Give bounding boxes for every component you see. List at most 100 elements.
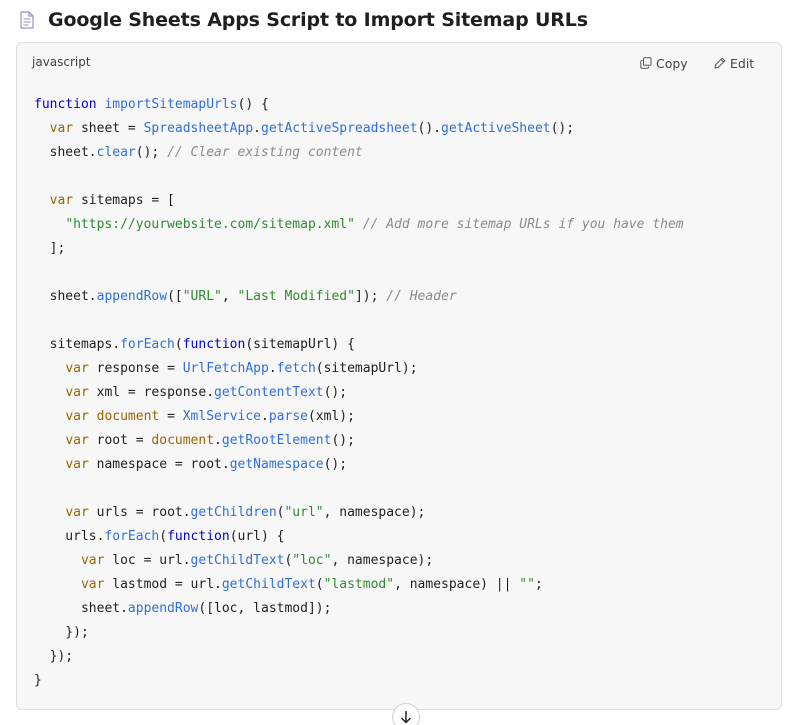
copy-label: Copy — [656, 55, 688, 71]
code-token: var — [65, 433, 89, 448]
code-line: var response = UrlFetchApp.fetch(sitemap… — [34, 357, 684, 381]
code-token: clear — [96, 145, 136, 160]
code-line: sitemaps.forEach(function(sitemapUrl) { — [34, 333, 684, 357]
pencil-icon — [714, 57, 726, 69]
code-token: . — [214, 433, 222, 448]
code-token: SpreadsheetApp — [143, 121, 254, 136]
code-token: (url) { — [229, 529, 285, 544]
code-token: lastmod = url. — [104, 577, 222, 592]
code-token: response = — [88, 361, 183, 376]
code-token: // Add more sitemap URLs if you have the… — [362, 217, 684, 232]
code-token: var — [49, 121, 74, 136]
code-token: getChildText — [190, 553, 285, 568]
code-token: , namespace); — [323, 505, 426, 520]
code-token: document — [151, 433, 215, 448]
code-token: fetch — [276, 361, 316, 376]
code-token: getActiveSpreadsheet — [261, 121, 418, 136]
code-token: ]); — [354, 289, 387, 304]
document-icon — [20, 11, 34, 29]
code-line: var lastmod = url.getChildText("lastmod"… — [34, 573, 684, 597]
code-token: sheet = — [73, 121, 144, 136]
copy-button[interactable]: Copy — [640, 53, 688, 73]
code-token: appendRow — [127, 601, 199, 616]
code-token: var — [65, 457, 89, 472]
page-header: Google Sheets Apps Script to Import Site… — [20, 6, 588, 34]
code-token: ; — [534, 577, 543, 592]
scroll-down-button[interactable] — [392, 703, 420, 725]
code-token: (); — [331, 433, 355, 448]
code-token: var — [65, 385, 89, 400]
code-token: xml = response. — [88, 385, 215, 400]
code-token: } — [34, 673, 42, 688]
code-line: sheet.appendRow([loc, lastmod]); — [34, 597, 684, 621]
code-token: "URL" — [182, 289, 222, 304]
code-line: sheet.clear(); // Clear existing content — [34, 141, 684, 165]
code-line: }); — [34, 621, 684, 645]
code-content: function importSitemapUrls() { var sheet… — [34, 93, 684, 693]
code-token: forEach — [104, 529, 160, 544]
code-token: = — [159, 409, 183, 424]
code-token: ]; — [34, 241, 66, 256]
code-token: (). — [417, 121, 442, 136]
code-line: var urls = root.getChildren("url", names… — [34, 501, 684, 525]
code-token: getChildText — [221, 577, 316, 592]
code-token: getNamespace — [229, 457, 324, 472]
code-token: , namespace); — [331, 553, 434, 568]
code-line: var xml = response.getContentText(); — [34, 381, 684, 405]
code-token: sitemaps = [ — [73, 193, 175, 208]
code-line: urls.forEach(function(url) { — [34, 525, 684, 549]
code-token: sheet. — [34, 145, 97, 160]
code-token: function — [182, 337, 246, 352]
code-line: var sitemaps = [ — [34, 189, 684, 213]
code-token: getActiveSheet — [441, 121, 551, 136]
code-token: parse — [268, 409, 308, 424]
code-token: var — [80, 553, 105, 568]
code-language-label: javascript — [32, 55, 91, 69]
code-token: namespace = root. — [88, 457, 230, 472]
code-token: }); — [34, 649, 74, 664]
code-token: ( — [159, 529, 168, 544]
code-token: importSitemapUrls — [104, 97, 238, 112]
code-token: . — [268, 361, 277, 376]
code-token: (xml); — [307, 409, 355, 424]
code-line: "https://yourwebsite.com/sitemap.xml" //… — [34, 213, 684, 237]
code-token: . — [261, 409, 269, 424]
code-token: // Header — [386, 289, 457, 304]
code-token: appendRow — [96, 289, 168, 304]
code-token: ([ — [167, 289, 183, 304]
code-token: document — [96, 409, 160, 424]
edit-button[interactable]: Edit — [714, 53, 754, 73]
code-line: }); — [34, 645, 684, 669]
code-token: loc = url. — [104, 553, 191, 568]
code-token: XmlService — [182, 409, 262, 424]
code-token: sitemaps. — [34, 337, 121, 352]
code-token: . — [253, 121, 261, 136]
code-token: "loc" — [292, 553, 332, 568]
code-token: var — [49, 193, 74, 208]
code-token: "Last Modified" — [237, 289, 355, 304]
copy-icon — [640, 57, 652, 69]
code-line: ]; — [34, 237, 684, 261]
code-token: root = — [88, 433, 152, 448]
code-line: var sheet = SpreadsheetApp.getActiveSpre… — [34, 117, 684, 141]
code-token: , namespace) || — [394, 577, 520, 592]
code-token: sheet. — [34, 289, 97, 304]
code-token: (sitemapUrl); — [315, 361, 418, 376]
code-token: getRootElement — [221, 433, 332, 448]
code-token: (); — [323, 385, 348, 400]
code-token: urls = root. — [88, 505, 191, 520]
code-token: var — [65, 409, 89, 424]
